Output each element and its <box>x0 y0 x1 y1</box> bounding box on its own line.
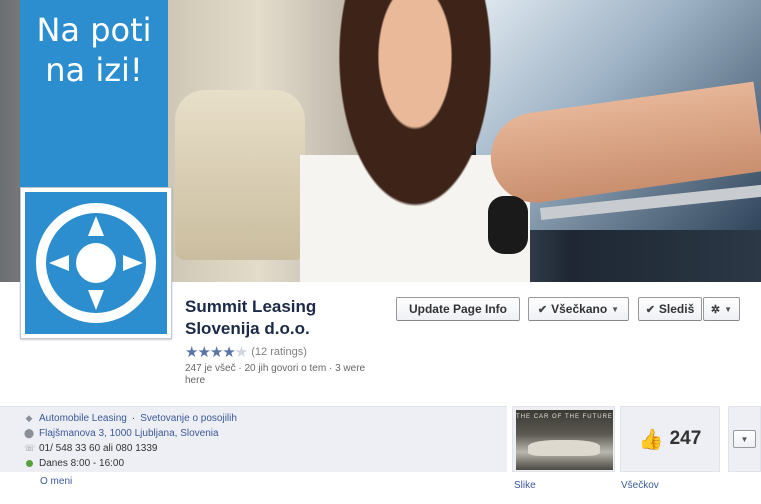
gear-icon: ✲ <box>710 303 721 316</box>
expand-tiles-button[interactable]: ▼ <box>733 430 756 448</box>
photos-tile[interactable]: THE CAR OF THE FUTURE <box>512 406 615 472</box>
profile-picture[interactable] <box>20 187 172 339</box>
check-icon: ✔ <box>645 303 655 316</box>
phone-icon: ☏ <box>24 443 36 453</box>
following-button[interactable]: ✔ Slediš <box>638 297 702 321</box>
likes-label[interactable]: Všečkov <box>621 480 659 491</box>
category-separator: · <box>131 413 136 424</box>
category-link-1[interactable]: Automobile Leasing <box>39 413 127 424</box>
compass-logo <box>25 192 167 334</box>
car-key-icon <box>488 196 528 254</box>
banner-slogan: Na poti na izi! <box>20 10 168 90</box>
category-row: ◆ Automobile Leasing · Svetovanje o poso… <box>24 413 237 424</box>
open-status-icon <box>24 459 34 469</box>
likes-tile[interactable]: 👍 247 <box>620 406 720 472</box>
phone-number: 01/ 548 33 60 ali 080 1339 <box>39 443 158 454</box>
stats-line-2: here <box>185 375 206 386</box>
update-page-info-button[interactable]: Update Page Info <box>396 297 520 321</box>
page-stats: 247 je všeč · 20 jih govori o tem · 3 we… <box>185 363 385 387</box>
photo-caption: THE CAR OF THE FUTURE <box>516 414 613 420</box>
settings-button[interactable]: ✲ ▼ <box>703 297 740 321</box>
opening-hours: Danes 8:00 - 16:00 <box>39 458 125 469</box>
rating[interactable]: ★★★★★ (12 ratings) <box>185 343 307 361</box>
car-seat <box>175 90 305 260</box>
about-link[interactable]: O meni <box>40 476 72 487</box>
banner-line-2: na izi! <box>45 51 143 89</box>
likes-count: 247 <box>669 428 702 449</box>
star-rating-icon: ★★★★★ <box>185 344 248 361</box>
thumbs-up-icon: 👍 <box>638 428 664 451</box>
caret-down-icon: ▼ <box>611 304 620 314</box>
car-image <box>528 440 600 456</box>
tag-icon: ◆ <box>25 413 33 423</box>
rating-count[interactable]: (12 ratings) <box>251 346 307 358</box>
page-title-line-2[interactable]: Slovenija d.o.o. <box>185 318 385 340</box>
address-row: ⬤ Flajšmanova 3, 1000 Ljubljana, Sloveni… <box>24 428 219 439</box>
stats-line-1: 247 je všeč · 20 jih govori o tem · 3 we… <box>185 363 366 374</box>
category-link-2[interactable]: Svetovanje o posojilih <box>140 413 237 424</box>
more-tiles: ▼ <box>728 406 761 472</box>
liked-label: Všečkano <box>551 302 608 316</box>
page-title-line-1[interactable]: Summit Leasing <box>185 296 385 318</box>
compass-logo-icon <box>36 203 156 323</box>
caret-down-icon: ▼ <box>724 304 733 314</box>
photo-thumbnail: THE CAR OF THE FUTURE <box>516 410 613 470</box>
cover-banner: Na poti na izi! <box>20 0 168 192</box>
following-label: Slediš <box>658 302 695 316</box>
update-page-info-label: Update Page Info <box>408 302 507 316</box>
banner-line-1: Na poti <box>36 11 152 49</box>
photos-label[interactable]: Slike <box>514 480 536 491</box>
page-title[interactable]: Summit Leasing Slovenija d.o.o. <box>185 296 385 340</box>
hours-row: Danes 8:00 - 16:00 <box>24 458 124 469</box>
check-icon: ✔ <box>537 303 548 316</box>
liked-button[interactable]: ✔ Všečkano ▼ <box>528 297 629 321</box>
caret-down-icon: ▼ <box>740 434 749 444</box>
page-info-box: ◆ Automobile Leasing · Svetovanje o poso… <box>0 406 507 472</box>
location-pin-icon: ⬤ <box>24 428 35 438</box>
phone-row: ☏ 01/ 548 33 60 ali 080 1339 <box>24 443 157 454</box>
address-link[interactable]: Flajšmanova 3, 1000 Ljubljana, Slovenia <box>39 428 219 439</box>
